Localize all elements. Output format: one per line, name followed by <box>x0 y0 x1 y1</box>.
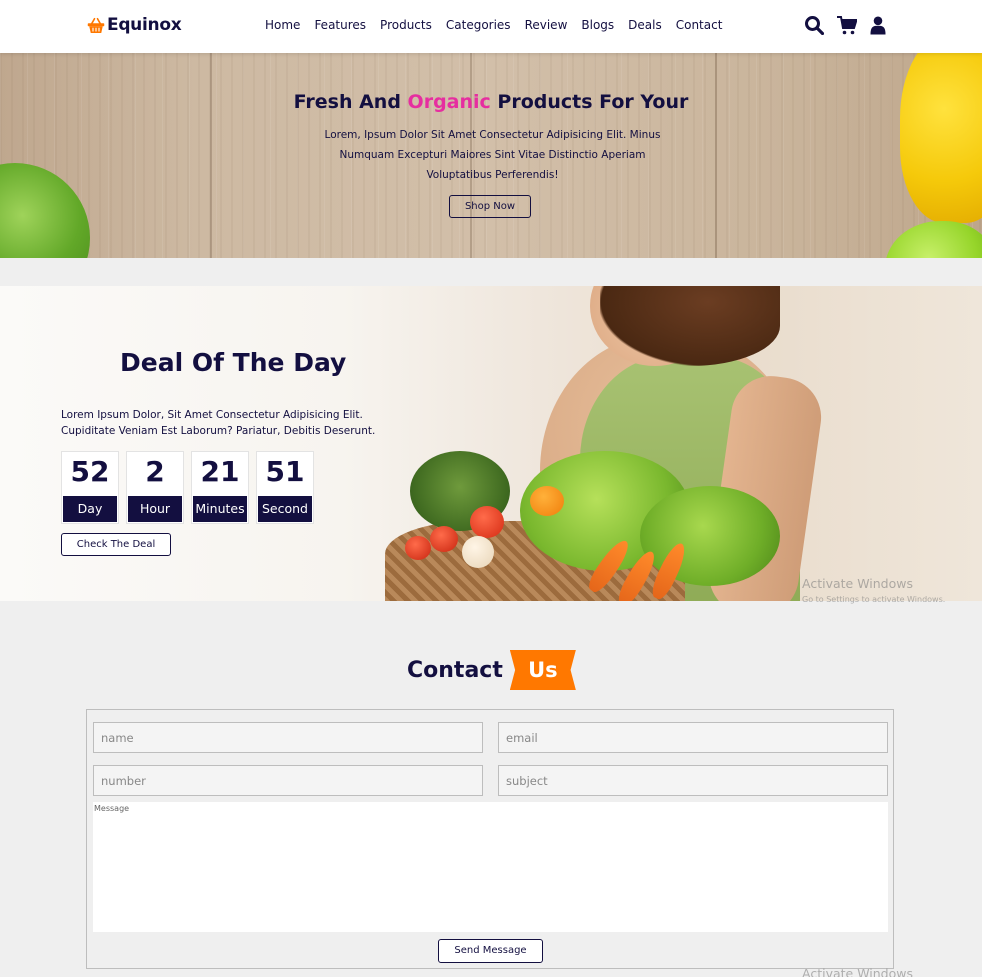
user-icon[interactable] <box>870 16 886 35</box>
tomato-image <box>430 526 458 552</box>
countdown-value: 52 <box>70 455 110 488</box>
check-the-deal-button[interactable]: Check The Deal <box>61 533 171 556</box>
deal-of-the-day-section: Deal Of The Day Lorem Ipsum Dolor, Sit A… <box>0 286 982 601</box>
main-nav: Home Features Products Categories Review… <box>265 18 722 32</box>
message-textarea[interactable] <box>93 802 888 932</box>
woman-hair-image <box>600 286 780 366</box>
countdown-value: 21 <box>200 455 240 488</box>
countdown-second: 51 Second <box>256 451 314 524</box>
basket-icon <box>87 17 105 33</box>
nav-categories[interactable]: Categories <box>446 18 511 32</box>
countdown-value: 2 <box>145 455 165 488</box>
countdown-label: Day <box>63 496 117 522</box>
activate-windows-watermark: Activate Windows <box>802 966 913 977</box>
tomato-image <box>470 506 504 538</box>
nav-home[interactable]: Home <box>265 18 300 32</box>
subject-input[interactable] <box>498 765 888 796</box>
contact-form: Send Message <box>86 709 894 969</box>
hero-title-highlight: Organic <box>407 91 491 113</box>
name-input[interactable] <box>93 722 483 753</box>
countdown-label: Hour <box>128 496 182 522</box>
hero-title-part1: Fresh And <box>293 91 408 113</box>
hero-description: Lorem, Ipsum Dolor Sit Amet Consectetur … <box>324 129 661 181</box>
countdown-minutes: 21 Minutes <box>191 451 249 524</box>
nav-deals[interactable]: Deals <box>628 18 662 32</box>
wood-plank-line <box>715 53 717 258</box>
logo-text: Equinox <box>107 15 182 35</box>
nav-products[interactable]: Products <box>380 18 432 32</box>
hero-title: Fresh And Organic Products For Your <box>0 91 982 113</box>
email-input[interactable] <box>498 722 888 753</box>
cart-icon[interactable] <box>837 15 857 35</box>
nav-review[interactable]: Review <box>525 18 568 32</box>
activate-windows-subtext: Go to Settings to activate Windows. <box>802 595 946 604</box>
onion-image <box>462 536 494 568</box>
contact-title-highlight: Us <box>509 650 576 690</box>
countdown-day: 52 Day <box>61 451 119 524</box>
search-icon[interactable] <box>804 15 824 35</box>
contact-title: Contact <box>407 657 503 683</box>
send-message-button[interactable]: Send Message <box>438 939 543 963</box>
contact-heading: Contact Us <box>407 650 576 690</box>
tomato-image <box>405 536 431 560</box>
nav-features[interactable]: Features <box>314 18 366 32</box>
number-input[interactable] <box>93 765 483 796</box>
yellow-pepper-image <box>900 53 982 223</box>
countdown-value: 51 <box>265 455 305 488</box>
wood-plank-line <box>210 53 212 258</box>
hero-banner: Fresh And Organic Products For Your Lore… <box>0 53 982 258</box>
shop-now-button[interactable]: Shop Now <box>449 195 531 218</box>
deal-title: Deal Of The Day <box>120 348 347 377</box>
countdown-timer: 52 Day 2 Hour 21 Minutes 51 Second <box>61 451 314 524</box>
countdown-hour: 2 Hour <box>126 451 184 524</box>
deal-description: Lorem Ipsum Dolor, Sit Amet Consectetur … <box>61 409 376 437</box>
orange-pepper-image <box>530 486 564 516</box>
logo[interactable]: Equinox <box>87 15 182 35</box>
countdown-label: Minutes <box>193 496 247 522</box>
countdown-label: Second <box>258 496 312 522</box>
site-header: Equinox Home Features Products Categorie… <box>0 0 982 53</box>
activate-windows-watermark: Activate Windows <box>802 576 913 591</box>
header-icons <box>804 15 886 35</box>
hero-title-part2: Products For Your <box>490 91 689 113</box>
nav-contact[interactable]: Contact <box>676 18 723 32</box>
nav-blogs[interactable]: Blogs <box>581 18 614 32</box>
